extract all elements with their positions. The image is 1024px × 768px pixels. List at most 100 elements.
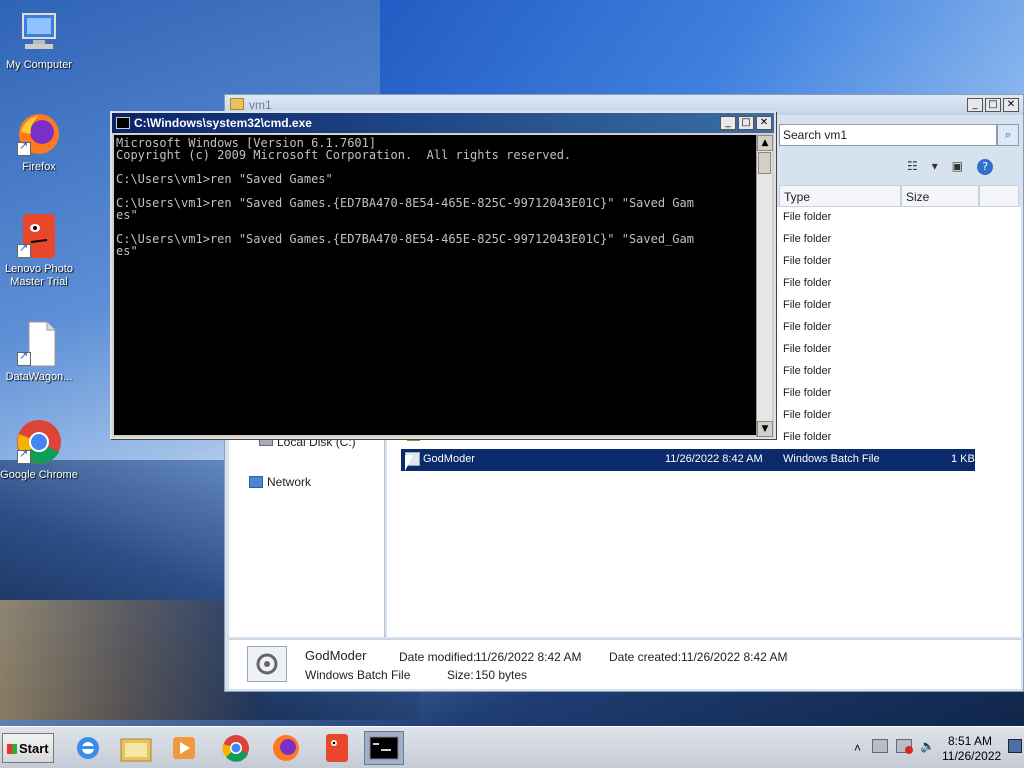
wallpaper-floor xyxy=(0,600,260,720)
file-icon xyxy=(15,320,63,368)
scroll-down-icon[interactable]: ▼ xyxy=(757,421,773,437)
cell-type: File folder xyxy=(783,387,832,399)
action-center-icon[interactable] xyxy=(872,739,888,753)
preview-pane-icon[interactable]: ▣ xyxy=(952,159,963,175)
cell-type: File folder xyxy=(783,409,832,421)
desktop-icon-firefox[interactable]: Firefox xyxy=(0,110,78,174)
help-icon[interactable]: ? xyxy=(977,159,994,175)
desktop-icon-label: Google Chrome xyxy=(0,469,78,481)
cell-type: File folder xyxy=(783,255,832,267)
start-button[interactable]: Start xyxy=(2,733,54,763)
cmd-window[interactable]: C:\Windows\system32\cmd.exe _ □ ✕ Micros… xyxy=(110,111,776,439)
cell-type: Windows Batch File xyxy=(783,453,880,465)
desktop-icon-label: DataWagon... xyxy=(5,371,73,383)
nav-label: Network xyxy=(267,475,312,489)
console-line: es" xyxy=(116,208,138,222)
details-size-label: Size: xyxy=(447,668,474,682)
scroll-thumb[interactable] xyxy=(758,152,771,174)
chrome-icon xyxy=(15,418,63,466)
firefox-icon xyxy=(15,110,63,158)
folder-icon xyxy=(230,98,244,110)
cell-type: File folder xyxy=(783,365,832,377)
console-line: C:\Users\vm1>ren "Saved Games.{ED7BA470-… xyxy=(116,196,694,210)
cmd-title: C:\Windows\system32\cmd.exe xyxy=(134,116,312,130)
lenovo-photo-master-icon xyxy=(15,212,63,260)
taskbar-chrome[interactable] xyxy=(216,731,256,765)
desktop-icon-my-computer[interactable]: My Computer xyxy=(0,8,78,72)
cmd-title-bar[interactable]: C:\Windows\system32\cmd.exe _ □ ✕ xyxy=(112,113,774,133)
shortcut-arrow-icon xyxy=(17,242,31,258)
details-pane: GodModer Windows Batch File Date modifie… xyxy=(229,639,1021,689)
cell-type: File folder xyxy=(783,321,832,333)
details-size: 150 bytes xyxy=(475,668,528,682)
maximize-button[interactable]: □ xyxy=(738,116,754,130)
shortcut-arrow-icon xyxy=(17,350,31,366)
view-options-icon[interactable]: ☷ xyxy=(907,159,918,175)
table-row-selected[interactable]: GodModer 11/26/2022 8:42 AM Windows Batc… xyxy=(401,449,975,471)
desktop-icon-lenovo-photo-master[interactable]: Lenovo Photo Master Trial xyxy=(0,212,78,289)
volume-icon[interactable]: 🔈 xyxy=(920,739,935,753)
clock-date[interactable]: 11/26/2022 xyxy=(942,749,1001,763)
column-header-extra[interactable] xyxy=(979,185,1019,207)
system-tray: ˄ 🔈 8:51 AM 11/26/2022 xyxy=(848,731,1024,765)
details-date-created-label: Date created: xyxy=(609,650,682,664)
desktop-icon-google-chrome[interactable]: Google Chrome xyxy=(0,418,78,482)
windows-logo-icon xyxy=(7,744,17,754)
taskbar: Start ˄ 🔈 8:51 AM 11/26/2022 xyxy=(0,726,1024,768)
cell-type: File folder xyxy=(783,277,832,289)
column-header-type[interactable]: Type xyxy=(779,185,901,207)
desktop-icon-label: Firefox xyxy=(22,161,56,173)
computer-icon xyxy=(15,8,63,56)
desktop-icon-label: Lenovo Photo Master Trial xyxy=(5,263,73,288)
start-label: Start xyxy=(19,741,49,756)
media-player-icon xyxy=(173,737,195,759)
close-button[interactable]: ✕ xyxy=(1003,98,1019,112)
network-icon[interactable] xyxy=(896,739,913,754)
cell-type: File folder xyxy=(783,233,832,245)
taskbar-media-player[interactable] xyxy=(164,731,204,765)
clock-time[interactable]: 8:51 AM xyxy=(948,734,992,748)
minimize-button[interactable]: _ xyxy=(967,98,983,112)
details-date-created: 11/26/2022 8:42 AM xyxy=(681,650,788,664)
taskbar-firefox[interactable] xyxy=(266,731,306,765)
details-date-modified: 11/26/2022 8:42 AM xyxy=(475,650,582,664)
folder-icon xyxy=(120,738,152,762)
cell-type: File folder xyxy=(783,343,832,355)
show-hidden-icons-icon[interactable]: ˄ xyxy=(854,741,861,755)
show-desktop-button[interactable] xyxy=(1008,739,1022,753)
firefox-icon xyxy=(273,735,299,761)
taskbar-file-explorer[interactable] xyxy=(116,731,156,765)
desktop-icon-datawagon[interactable]: DataWagon... xyxy=(0,320,78,384)
mouse-cursor-icon xyxy=(405,455,413,471)
cell-name: GodModer xyxy=(423,453,475,465)
lenovo-photo-master-icon xyxy=(326,734,348,762)
chrome-icon xyxy=(222,735,249,762)
search-icon[interactable]: ⌕ xyxy=(997,124,1019,146)
cmd-scrollbar[interactable]: ▲ ▼ xyxy=(756,135,773,437)
chevron-down-icon[interactable]: ▾ xyxy=(932,159,938,175)
taskbar-internet-explorer[interactable] xyxy=(68,731,108,765)
batch-file-large-icon xyxy=(247,646,287,682)
shortcut-arrow-icon xyxy=(17,140,31,156)
close-button[interactable]: ✕ xyxy=(756,116,772,130)
minimize-button[interactable]: _ xyxy=(720,116,736,130)
network-icon xyxy=(249,476,263,488)
column-header-size[interactable]: Size xyxy=(901,185,979,207)
taskbar-cmd[interactable] xyxy=(364,731,404,765)
console-line: Copyright (c) 2009 Microsoft Corporation… xyxy=(116,148,572,162)
taskbar-lenovo-photo-master[interactable] xyxy=(316,731,356,765)
explorer-title: vm1 xyxy=(249,98,272,112)
console-line: C:\Users\vm1>ren "Saved Games" xyxy=(116,172,333,186)
cmd-icon xyxy=(116,117,130,129)
search-input[interactable]: Search vm1 xyxy=(779,124,997,146)
cell-size: 1 KB xyxy=(951,453,975,465)
console-line: C:\Users\vm1>ren "Saved Games.{ED7BA470-… xyxy=(116,232,694,246)
cell-type: File folder xyxy=(783,211,832,223)
nav-item-network[interactable]: Network xyxy=(249,475,311,489)
maximize-button[interactable]: □ xyxy=(985,98,1001,112)
desktop-icon-label: My Computer xyxy=(5,59,73,71)
cmd-console[interactable]: Microsoft Windows [Version 6.1.7601] Copy… xyxy=(114,135,758,435)
shortcut-arrow-icon xyxy=(17,448,31,464)
navigation-pane: Local Disk (C:) Network xyxy=(229,435,385,637)
scroll-up-icon[interactable]: ▲ xyxy=(757,135,773,151)
